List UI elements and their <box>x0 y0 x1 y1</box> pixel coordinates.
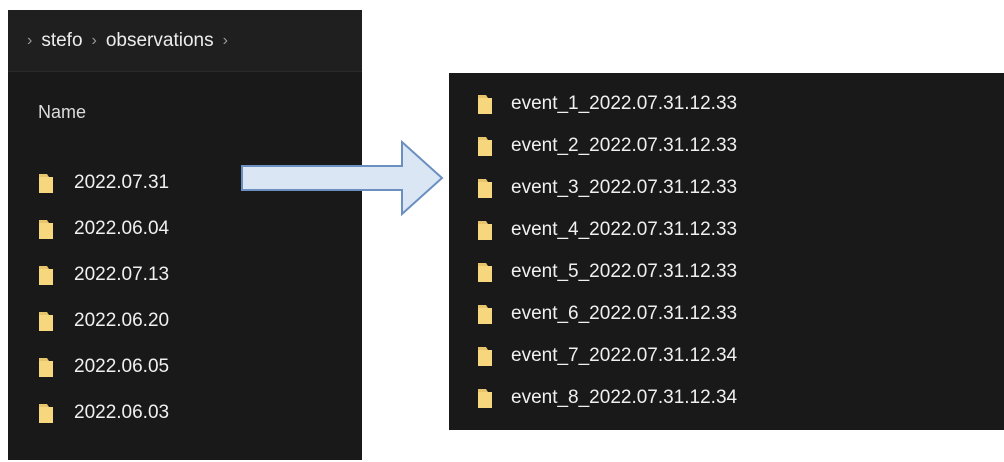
breadcrumb: › stefo › observations › <box>8 10 362 72</box>
breadcrumb-item-observations[interactable]: observations <box>106 30 214 52</box>
list-item[interactable]: event_6_2022.07.31.12.33 <box>477 293 737 335</box>
folder-name: event_1_2022.07.31.12.33 <box>511 93 738 114</box>
folder-icon <box>39 404 53 423</box>
list-item[interactable]: 2022.07.13 <box>38 252 169 298</box>
folder-name: 2022.07.31 <box>74 172 170 193</box>
list-item[interactable]: 2022.06.03 <box>38 390 169 436</box>
folder-icon <box>39 220 53 239</box>
list-item[interactable]: event_3_2022.07.31.12.33 <box>477 167 737 209</box>
folder-name: 2022.06.04 <box>74 218 170 239</box>
folder-icon <box>478 221 492 240</box>
arrow-right-icon <box>241 140 444 216</box>
list-item[interactable]: 2022.07.31 <box>38 160 169 206</box>
folder-icon <box>478 263 492 282</box>
folder-name: 2022.07.13 <box>74 264 170 285</box>
folder-name: event_3_2022.07.31.12.33 <box>511 177 738 198</box>
folder-icon <box>39 174 53 193</box>
chevron-right-icon[interactable]: › <box>223 32 228 50</box>
list-item[interactable]: event_5_2022.07.31.12.33 <box>477 251 737 293</box>
list-item[interactable]: event_2_2022.07.31.12.33 <box>477 125 737 167</box>
folder-icon <box>478 389 492 408</box>
folder-icon <box>39 358 53 377</box>
folder-name: event_2_2022.07.31.12.33 <box>511 135 738 156</box>
breadcrumb-item-stefo[interactable]: stefo <box>41 30 82 52</box>
folder-name: 2022.06.05 <box>74 356 170 377</box>
folder-icon <box>478 95 492 114</box>
explorer-window-right: event_1_2022.07.31.12.33 event_2_2022.07… <box>449 73 1004 430</box>
list-item[interactable]: 2022.06.05 <box>38 344 169 390</box>
list-item[interactable]: 2022.06.20 <box>38 298 169 344</box>
folder-icon <box>39 266 53 285</box>
column-header-name[interactable]: Name <box>38 102 86 123</box>
list-item[interactable]: event_7_2022.07.31.12.34 <box>477 335 737 377</box>
explorer-window-left: › stefo › observations › Name 2022.07.31… <box>8 10 362 460</box>
folder-list: event_1_2022.07.31.12.33 event_2_2022.07… <box>477 83 737 419</box>
folder-name: event_5_2022.07.31.12.33 <box>511 261 738 282</box>
folder-icon <box>478 179 492 198</box>
chevron-right-icon[interactable]: › <box>92 32 97 50</box>
list-item[interactable]: event_4_2022.07.31.12.33 <box>477 209 737 251</box>
folder-name: event_4_2022.07.31.12.33 <box>511 219 738 240</box>
list-item[interactable]: event_8_2022.07.31.12.34 <box>477 377 737 419</box>
list-item[interactable]: 2022.06.04 <box>38 206 169 252</box>
folder-icon <box>478 305 492 324</box>
folder-icon <box>478 347 492 366</box>
folder-icon <box>39 312 53 331</box>
folder-name: 2022.06.20 <box>74 310 170 331</box>
folder-icon <box>478 137 492 156</box>
folder-name: event_8_2022.07.31.12.34 <box>511 387 738 408</box>
folder-name: event_7_2022.07.31.12.34 <box>511 345 738 366</box>
chevron-right-icon[interactable]: › <box>27 32 32 50</box>
list-item[interactable]: event_1_2022.07.31.12.33 <box>477 83 737 125</box>
folder-name: event_6_2022.07.31.12.33 <box>511 303 738 324</box>
folder-name: 2022.06.03 <box>74 402 170 423</box>
folder-list: 2022.07.31 2022.06.04 2022.07.13 2022.06… <box>38 160 169 436</box>
